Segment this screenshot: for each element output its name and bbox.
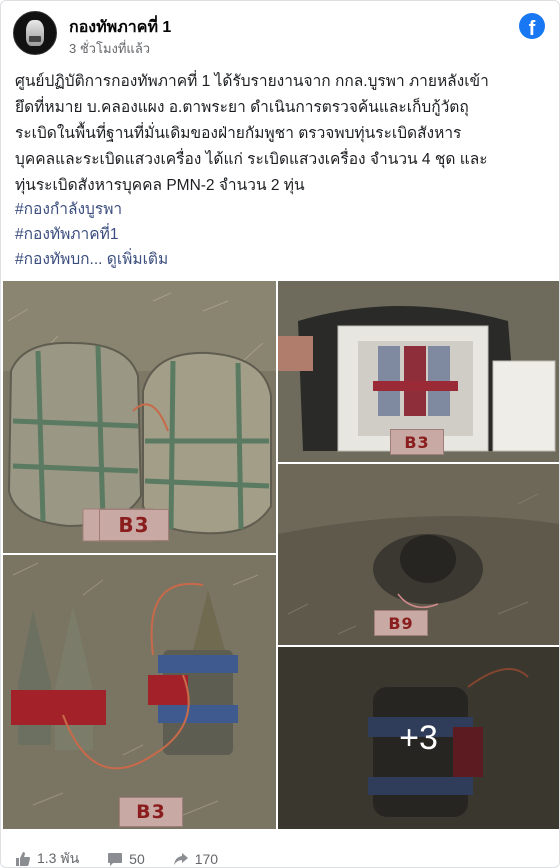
post-text-line: ระเบิดในพื้นที่ฐานที่มั่นเดิมของฝ่ายกัมพ… (15, 125, 462, 142)
share-icon (173, 853, 188, 865)
photo-label: B3 (390, 429, 444, 455)
photo-backpacks[interactable]: B3 (3, 281, 276, 553)
post-timestamp[interactable]: 3 ชั่วโมงที่แล้ว (69, 38, 150, 59)
comment-icon (108, 853, 123, 866)
post-text-line: ศูนย์ปฏิบัติการกองทัพภาคที่ 1 ได้รับรายง… (15, 73, 489, 90)
page-avatar[interactable] (13, 11, 57, 55)
comments-label: 50 (129, 851, 145, 867)
see-more-link[interactable]: ดูเพิ่มเติม (107, 251, 168, 268)
photo-label: B9 (374, 610, 428, 636)
page-name[interactable]: กองทัพภาคที่ 1 (69, 15, 171, 40)
reactions-count[interactable]: 1.3 พัน (15, 848, 80, 867)
hashtag-row-truncated: #กองทัพบก... ดูเพิ่มเติม (15, 251, 168, 268)
comments-count[interactable]: 50 (107, 851, 145, 867)
post-text-line: ทุ่นระเบิดสังหารบุคคล PMN-2 จำนวน 2 ทุ่น (15, 177, 305, 194)
army-emblem-icon (26, 20, 44, 46)
hashtag-list: #กองกำลังบูรพา #กองทัพภาคที่1 #กองทัพบก.… (15, 197, 168, 272)
post-body: ศูนย์ปฏิบัติการกองทัพภาคที่ 1 ได้รับรายง… (15, 69, 547, 199)
more-photos-overlay[interactable]: +3 (278, 647, 559, 829)
photo-projectiles-image (3, 555, 276, 829)
facebook-icon[interactable]: f (519, 13, 545, 39)
photo-projectiles[interactable]: B3 (3, 555, 276, 829)
reactions-label: 1.3 พัน (37, 850, 80, 866)
post-header: กองทัพภาคที่ 1 3 ชั่วโมงที่แล้ว f (13, 11, 547, 57)
post-card: กองทัพภาคที่ 1 3 ชั่วโมงที่แล้ว f ศูนย์ป… (0, 0, 560, 868)
hashtag-link[interactable]: #กองกำลังบูรพา (15, 197, 168, 222)
hashtag-link[interactable]: #กองทัพบก... (15, 251, 102, 268)
hashtag-link[interactable]: #กองทัพภาคที่1 (15, 222, 168, 247)
photo-buried-device[interactable]: B9 (278, 464, 559, 645)
photo-label: B3 (119, 797, 183, 827)
post-text-line: ยึดที่หมาย บ.คลองแผง อ.ตาพระยา ดำเนินการ… (15, 99, 469, 116)
shares-label: 170 (194, 851, 219, 867)
photo-more[interactable]: +3 (278, 647, 559, 829)
photo-label: B3 (99, 509, 169, 541)
post-footer: 1.3 พัน 50 170 (15, 848, 246, 867)
photo-foam-box[interactable]: B3 (278, 281, 559, 462)
photo-grid: B3 B3 B9 B3 +3 (1, 281, 559, 829)
like-icon (16, 852, 30, 866)
post-text-line: บุคคลและระเบิดแสวงเครื่อง ได้แก่ ระเบิดแ… (15, 151, 488, 168)
shares-count[interactable]: 170 (173, 851, 218, 867)
